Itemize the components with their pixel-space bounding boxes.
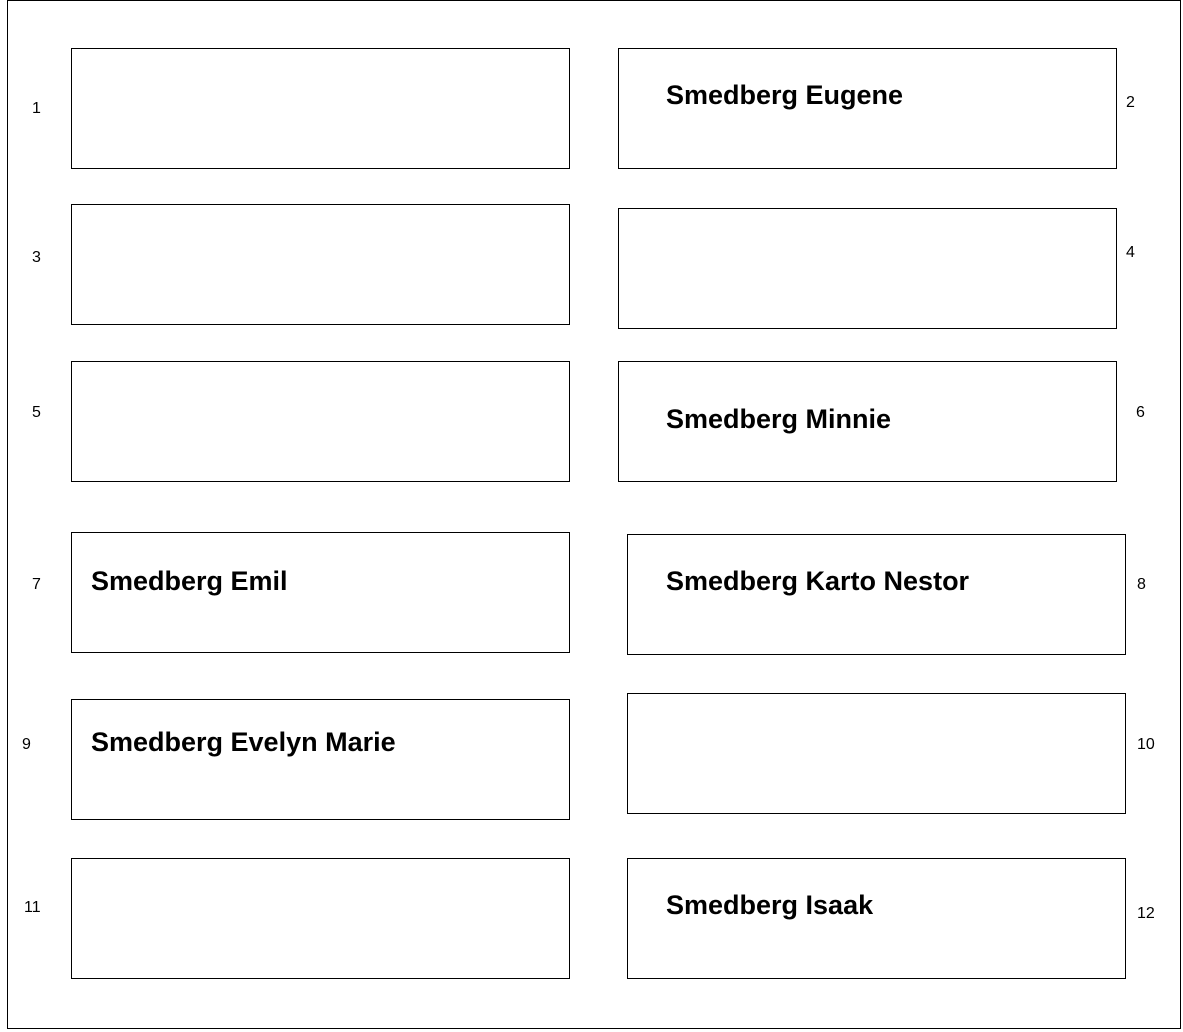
- slot-box-4: [618, 208, 1117, 329]
- slot-number-10: 10: [1137, 736, 1155, 753]
- slot-box-3: [71, 204, 570, 325]
- slot-box-8: Smedberg Karto Nestor: [627, 534, 1126, 655]
- slot-box-11: [71, 858, 570, 979]
- slot-number-2: 2: [1126, 94, 1135, 111]
- slot-number-1: 1: [32, 100, 41, 117]
- slot-box-2: Smedberg Eugene: [618, 48, 1117, 169]
- slot-box-1: [71, 48, 570, 169]
- slot-number-5: 5: [32, 404, 41, 421]
- slot-name-8: Smedberg Karto Nestor: [666, 566, 970, 596]
- slot-number-6: 6: [1136, 404, 1145, 421]
- slot-number-12: 12: [1137, 905, 1155, 922]
- slot-number-8: 8: [1137, 576, 1146, 593]
- slot-box-10: [627, 693, 1126, 814]
- slot-box-6: Smedberg Minnie: [618, 361, 1117, 482]
- slot-name-6: Smedberg Minnie: [666, 404, 892, 434]
- slot-name-9: Smedberg Evelyn Marie: [91, 727, 396, 757]
- slot-box-9: Smedberg Evelyn Marie: [71, 699, 570, 820]
- slot-number-3: 3: [32, 249, 41, 266]
- slot-number-7: 7: [32, 576, 41, 593]
- slot-box-5: [71, 361, 570, 482]
- slot-box-7: Smedberg Emil: [71, 532, 570, 653]
- slot-box-12: Smedberg Isaak: [627, 858, 1126, 979]
- slot-number-11: 11: [24, 899, 41, 916]
- slot-name-12: Smedberg Isaak: [666, 890, 874, 920]
- slot-name-2: Smedberg Eugene: [666, 80, 904, 110]
- slot-number-9: 9: [22, 736, 31, 753]
- slot-name-7: Smedberg Emil: [91, 566, 288, 596]
- slot-number-4: 4: [1126, 244, 1135, 261]
